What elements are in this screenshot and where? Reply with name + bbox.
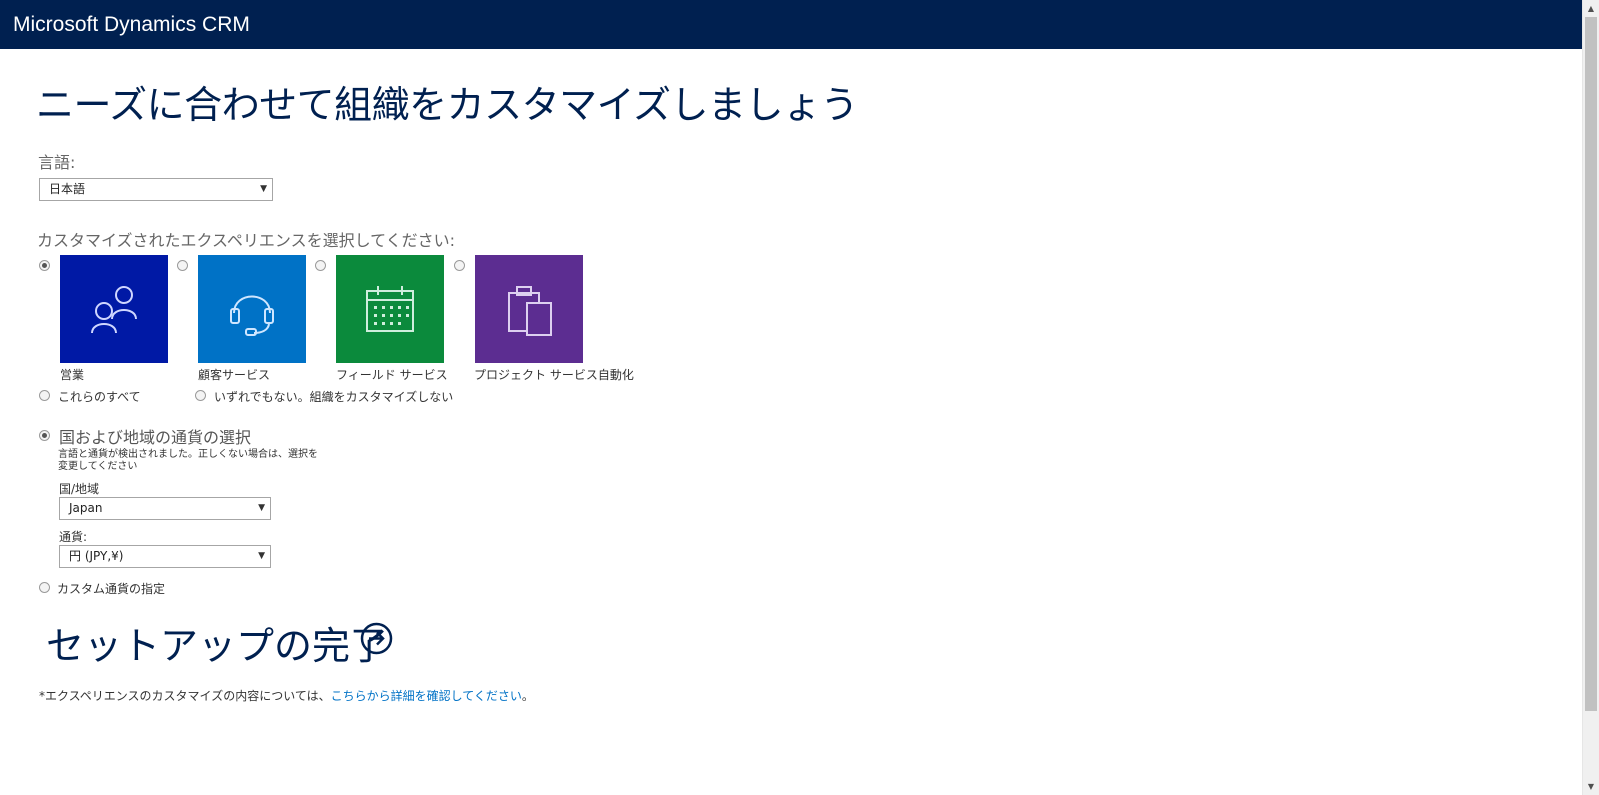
tile-field-service[interactable] [336, 255, 444, 363]
tile-customer-service-label: 顧客サービス [198, 368, 271, 382]
arrow-right-circle-icon[interactable] [360, 622, 393, 655]
learn-more-link[interactable]: こちらから詳細を確認してください [331, 689, 522, 703]
headset-icon [230, 295, 274, 336]
footnote-prefix: *エクスペリエンスのカスタマイズの内容については、 [39, 689, 331, 703]
tile-field-service-label: フィールド サービス [336, 368, 448, 382]
radio-project-service[interactable] [454, 260, 465, 271]
tile-sales-label: 営業 [60, 368, 85, 382]
tile-project-service-label: プロジェクト サービス自動化 [474, 368, 634, 382]
radio-all[interactable] [39, 390, 50, 401]
people-icon [91, 286, 137, 334]
country-currency-label: 国および地域の通貨の選択 [59, 428, 252, 447]
footnote-suffix: 。 [521, 689, 534, 703]
currency-select-value: 円 (JPY,¥) [69, 549, 124, 563]
currency-description: 言語と通貨が検出されました。正しくない場合は、選択を変更してください [58, 449, 318, 472]
scroll-up-icon[interactable]: ▲ [1583, 0, 1599, 17]
radio-field-service[interactable] [315, 260, 326, 271]
scrollbar-thumb[interactable] [1585, 17, 1597, 711]
dropdown-caret-icon: ▼ [258, 503, 265, 513]
footnote: *エクスペリエンスのカスタマイズの内容については、こちらから詳細を確認してくださ… [39, 687, 534, 704]
custom-currency-label: カスタム通貨の指定 [57, 582, 166, 596]
currency-label: 通貨: [59, 530, 88, 544]
finish-setup-button[interactable]: セットアップの完了 [46, 615, 388, 670]
page-title: ニーズに合わせて組織をカスタマイズしましょう [36, 83, 858, 127]
experience-label: カスタマイズされたエクスペリエンスを選択してください: [37, 231, 456, 250]
language-select-value: 日本語 [49, 182, 86, 196]
radio-customer-service[interactable] [177, 260, 188, 271]
country-select-value: Japan [69, 501, 103, 515]
option-none-label: いずれでもない。組織をカスタマイズしない [214, 390, 454, 404]
currency-select[interactable]: 円 (JPY,¥) ▼ [59, 545, 271, 568]
app-header: Microsoft Dynamics CRM [0, 0, 1582, 49]
scroll-down-icon[interactable]: ▼ [1583, 778, 1599, 795]
language-select[interactable]: 日本語 ▼ [39, 178, 273, 201]
dropdown-caret-icon: ▼ [260, 184, 267, 194]
country-label: 国/地域 [59, 482, 100, 496]
tile-sales[interactable] [60, 255, 168, 363]
country-select[interactable]: Japan ▼ [59, 497, 271, 520]
tile-project-service[interactable] [475, 255, 583, 363]
clipboard-icon [508, 286, 552, 336]
radio-country-currency[interactable] [39, 430, 50, 441]
app-title: Microsoft Dynamics CRM [13, 13, 250, 36]
radio-sales[interactable] [39, 260, 50, 271]
option-all-label: これらのすべて [58, 390, 141, 404]
finish-setup-label: セットアップの完了 [46, 624, 389, 668]
dropdown-caret-icon: ▼ [258, 551, 265, 561]
calendar-icon [366, 286, 414, 332]
tile-customer-service[interactable] [198, 255, 306, 363]
language-label: 言語: [38, 153, 76, 172]
vertical-scrollbar[interactable]: ▲ ▼ [1582, 0, 1599, 795]
radio-none[interactable] [195, 390, 206, 401]
radio-custom-currency[interactable] [39, 582, 50, 593]
